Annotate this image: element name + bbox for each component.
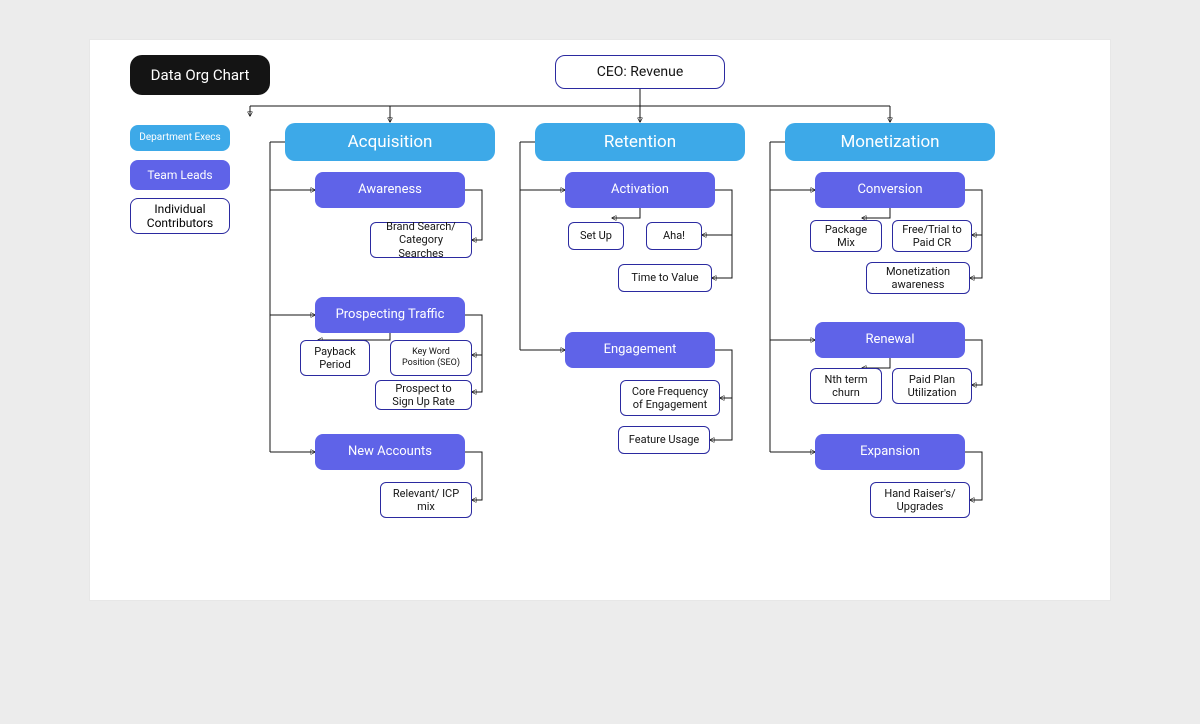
ic-feature-usage: Feature Usage (618, 426, 710, 454)
lead-prospecting: Prospecting Traffic (315, 297, 465, 333)
ic-core-freq: Core Frequency of Engagement (620, 380, 720, 416)
dept-monetization: Monetization (785, 123, 995, 161)
legend-ic: Individual Contributors (130, 198, 230, 234)
ic-trial-paid: Free/Trial to Paid CR (892, 220, 972, 252)
lead-activation: Activation (565, 172, 715, 208)
dept-retention: Retention (535, 123, 745, 161)
lead-conversion: Conversion (815, 172, 965, 208)
ic-seo: Key Word Position (SEO) (390, 340, 472, 376)
diagram-canvas: Data Org Chart CEO: Revenue Department E… (90, 40, 1110, 600)
ic-nth-churn: Nth term churn (810, 368, 882, 404)
ic-package-mix: Package Mix (810, 220, 882, 252)
ceo-node: CEO: Revenue (555, 55, 725, 89)
ic-ttv: Time to Value (618, 264, 712, 292)
lead-engagement: Engagement (565, 332, 715, 368)
legend-dept: Department Execs (130, 125, 230, 151)
lead-expansion: Expansion (815, 434, 965, 470)
dept-acquisition: Acquisition (285, 123, 495, 161)
lead-renewal: Renewal (815, 322, 965, 358)
legend-lead: Team Leads (130, 160, 230, 190)
lead-awareness: Awareness (315, 172, 465, 208)
lead-new-accounts: New Accounts (315, 434, 465, 470)
ic-mon-aware: Monetization awareness (866, 262, 970, 294)
ic-payback: Payback Period (300, 340, 370, 376)
chart-title: Data Org Chart (130, 55, 270, 95)
ic-signup-rate: Prospect to Sign Up Rate (375, 380, 472, 410)
ic-plan-util: Paid Plan Utilization (892, 368, 972, 404)
ic-aha: Aha! (646, 222, 702, 250)
ic-brand-search: Brand Search/ Category Searches (370, 222, 472, 258)
ic-upgrades: Hand Raiser's/ Upgrades (870, 482, 970, 518)
ic-setup: Set Up (568, 222, 624, 250)
ic-icp-mix: Relevant/ ICP mix (380, 482, 472, 518)
